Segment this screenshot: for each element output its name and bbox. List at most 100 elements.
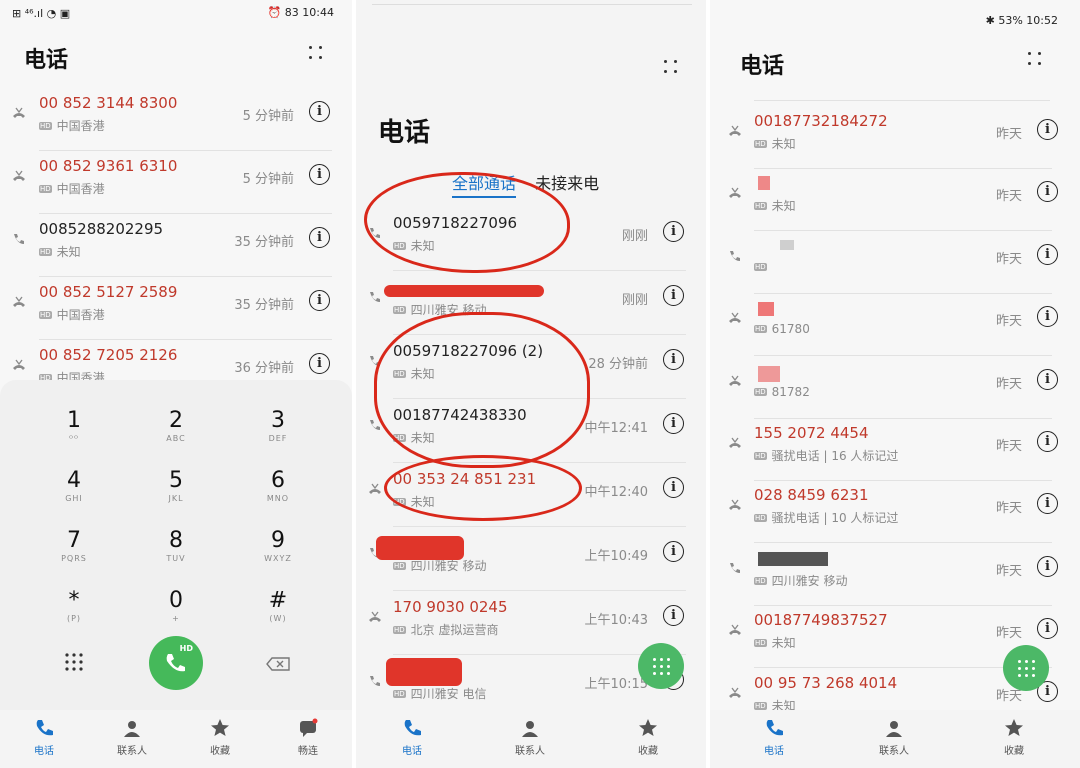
key-letters: GHI — [65, 494, 83, 503]
keypad-key-5[interactable]: 5 JKL — [136, 468, 216, 522]
keypad-key-4[interactable]: 4 GHI — [34, 468, 114, 522]
nav-favorites[interactable]: 收藏 — [190, 718, 250, 757]
key-digit: 8 — [169, 528, 183, 553]
info-icon[interactable]: i — [663, 285, 684, 306]
info-icon[interactable]: i — [309, 101, 330, 122]
info-icon[interactable]: i — [1037, 243, 1058, 265]
info-icon[interactable]: i — [1037, 555, 1058, 577]
redaction-mark — [376, 536, 464, 560]
hd-badge-icon: HD — [754, 514, 767, 523]
nav-label: 联系人 — [515, 746, 545, 757]
info-icon[interactable]: i — [1037, 368, 1058, 390]
more-options-icon[interactable] — [309, 46, 327, 64]
info-icon[interactable]: i — [309, 227, 330, 248]
info-icon[interactable]: i — [663, 413, 684, 434]
keypad-key-3[interactable]: 3 DEF — [238, 408, 318, 462]
call-number: 00 852 5127 2589 — [39, 283, 178, 301]
nav-phone[interactable]: 电话 — [14, 718, 74, 757]
panel-dialer: ⊞ ⁴⁶.ıl ◔ ▣ ⏰ 83 10:44 电话 00 852 3144 83… — [0, 0, 352, 768]
bottom-nav: 电话 联系人 收藏 — [710, 710, 1080, 768]
dialpad-fab[interactable] — [1003, 645, 1049, 691]
info-icon[interactable]: i — [1037, 306, 1058, 328]
backspace-icon[interactable] — [266, 656, 290, 671]
info-icon[interactable]: i — [663, 541, 684, 562]
nav-contacts[interactable]: 联系人 — [102, 718, 162, 757]
call-log-row[interactable]: 0085288202295 HD 未知 35 分钟前 i — [0, 214, 352, 277]
call-time: 昨天 — [995, 127, 1022, 142]
keypad-key-8[interactable]: 8 TUV — [136, 528, 216, 582]
call-log-row[interactable]: 00 852 5127 2589 HD 中国香港 35 分钟前 i — [0, 277, 352, 340]
keypad-key-1[interactable]: 1 ᴼᴼ — [34, 408, 114, 462]
call-button[interactable]: HD — [149, 636, 203, 690]
keypad-key-7[interactable]: 7 PQRS — [34, 528, 114, 582]
call-time: 昨天 — [995, 251, 1022, 267]
nav-favorites[interactable]: 收藏 — [984, 718, 1044, 757]
missed-call-icon — [12, 293, 26, 307]
nav-phone[interactable]: 电话 — [744, 718, 804, 757]
key-letters: ABC — [166, 434, 186, 443]
key-digit: 5 — [169, 468, 183, 493]
call-location-text: 四川雅安 移动 — [410, 559, 487, 573]
missed-call-icon — [728, 184, 742, 199]
more-options-icon[interactable] — [1028, 52, 1046, 70]
hd-badge-icon: HD — [754, 140, 767, 148]
nav-label: 联系人 — [879, 746, 909, 757]
nav-meetime[interactable]: 畅连 — [278, 718, 338, 757]
call-number: 00187749837527 — [754, 611, 888, 630]
info-icon[interactable]: i — [309, 353, 330, 374]
info-icon[interactable]: i — [1037, 181, 1058, 203]
info-icon[interactable]: i — [663, 349, 684, 370]
keypad-key-hash[interactable]: # (W) — [238, 588, 318, 642]
call-location-text: 81782 — [771, 384, 810, 399]
nav-favorites[interactable]: 收藏 — [618, 718, 678, 757]
hd-badge-icon: HD — [39, 311, 52, 319]
missed-call-icon — [728, 122, 742, 136]
nav-contacts[interactable]: 联系人 — [500, 718, 560, 757]
more-options-icon[interactable] — [664, 60, 682, 78]
info-icon[interactable]: i — [309, 290, 330, 311]
dialpad-toggle-icon[interactable] — [64, 652, 84, 672]
call-log-row[interactable]: 00187732184272 HD 未知 昨天 i — [710, 106, 1080, 169]
info-icon[interactable]: i — [1037, 431, 1058, 452]
info-icon[interactable]: i — [663, 605, 684, 626]
call-location: HD 61780 — [754, 322, 810, 336]
keypad-key-6[interactable]: 6 MNO — [238, 468, 318, 522]
star-icon — [638, 718, 658, 738]
call-location-text: 未知 — [56, 245, 81, 259]
call-time: 36 分钟前 — [234, 361, 294, 376]
call-log-row[interactable]: 00 852 9361 6310 HD 中国香港 5 分钟前 i — [0, 151, 352, 214]
call-number: 00 852 7205 2126 — [39, 346, 178, 364]
redaction-mark — [384, 285, 544, 297]
call-log-row[interactable]: 028 8459 6231 HD 骚扰电话 | 10 人标记过 昨天 i — [710, 480, 1080, 544]
chat-icon — [298, 718, 318, 738]
call-log-row[interactable]: 155 2072 4454 HD 骚扰电话 | 16 人标记过 昨天 i — [710, 418, 1080, 481]
keypad-key-9[interactable]: 9 WXYZ — [238, 528, 318, 582]
info-icon[interactable]: i — [663, 477, 684, 498]
keypad-key-2[interactable]: 2 ABC — [136, 408, 216, 462]
keypad-key-0[interactable]: 0 + — [136, 588, 216, 642]
call-log-row[interactable]: HD 昨天 i — [710, 231, 1080, 294]
call-log-row[interactable]: 00 852 3144 8300 HD 中国香港 5 分钟前 i — [0, 88, 352, 151]
call-location: HD 未知 — [754, 197, 796, 214]
hd-badge-icon: HD — [393, 690, 406, 698]
keypad-key-star[interactable]: * (P) — [34, 588, 114, 642]
call-time: 上午10:43 — [584, 613, 648, 628]
call-location: HD 中国香港 — [39, 117, 105, 134]
info-icon[interactable]: i — [1037, 618, 1058, 640]
info-icon[interactable]: i — [309, 164, 330, 185]
hd-badge-icon: HD — [39, 122, 52, 130]
key-letters: TUV — [166, 554, 186, 563]
nav-phone[interactable]: 电话 — [382, 718, 442, 757]
missed-call-icon — [728, 372, 742, 386]
nav-contacts[interactable]: 联系人 — [864, 718, 924, 757]
status-right: ✱ 53% 10:52 — [985, 14, 1058, 27]
info-icon[interactable]: i — [1037, 493, 1058, 515]
page-title: 电话 — [378, 118, 431, 148]
dialpad-fab[interactable] — [638, 643, 684, 689]
nav-label: 联系人 — [117, 746, 147, 757]
key-digit: 6 — [271, 468, 285, 493]
contacts-icon — [520, 718, 540, 738]
redaction-pixels — [758, 176, 770, 190]
info-icon[interactable]: i — [1037, 119, 1058, 140]
info-icon[interactable]: i — [663, 221, 684, 242]
